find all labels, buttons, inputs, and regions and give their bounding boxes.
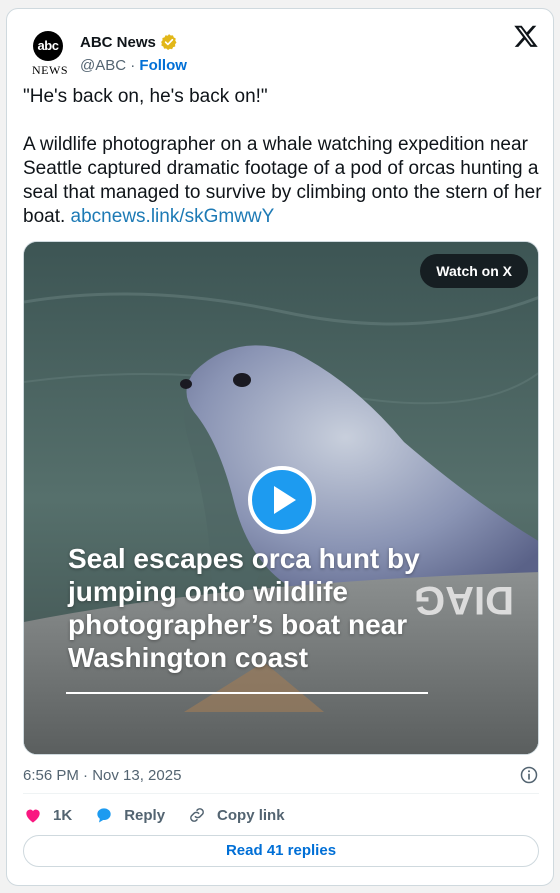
meta-row: 6:56 PM · Nov 13, 2025 — [23, 765, 539, 785]
divider — [23, 793, 539, 794]
copy-link-button[interactable]: Copy link — [187, 803, 285, 827]
follow-button[interactable]: Follow — [139, 57, 187, 74]
embedded-post-card: abc NEWS ABC News @ABC · Follow "He's ba… — [6, 8, 554, 886]
author-name-row: ABC News — [80, 33, 178, 51]
link-icon — [190, 808, 204, 822]
avatar[interactable]: abc NEWS — [25, 25, 81, 77]
display-name[interactable]: ABC News — [80, 34, 156, 51]
handle-row: @ABC · Follow — [80, 57, 187, 74]
handle[interactable]: @ABC — [80, 57, 126, 74]
play-icon — [274, 486, 296, 514]
action-bar: 1K Reply Copy link — [23, 803, 307, 827]
separator: · — [130, 57, 136, 74]
video-media[interactable]: DIAG Watch on X Seal escapes orca hunt b… — [23, 241, 539, 755]
like-count: 1K — [53, 806, 73, 824]
read-replies-button[interactable]: Read 41 replies — [23, 835, 539, 867]
abc-news-logo-subtext: NEWS — [32, 63, 68, 77]
reply-button[interactable]: Reply — [94, 803, 165, 827]
post-link[interactable]: abcnews.link/skGmwwY — [71, 206, 275, 227]
play-button[interactable] — [248, 466, 316, 534]
post-text: "He's back on, he's back on!" A wildlife… — [23, 85, 543, 229]
abc-news-logo: abc — [33, 31, 63, 61]
watch-on-x-button[interactable]: Watch on X — [420, 254, 528, 288]
heart-icon — [26, 809, 40, 823]
post-timestamp[interactable]: 6:56 PM · Nov 13, 2025 — [23, 767, 181, 784]
reply-bubble-icon — [97, 808, 111, 823]
like-button[interactable]: 1K — [23, 803, 72, 827]
copy-link-label: Copy link — [217, 806, 285, 824]
video-caption: Seal escapes orca hunt by jumping onto w… — [68, 543, 420, 673]
caption-underline — [66, 692, 428, 694]
verified-badge-icon — [160, 34, 177, 50]
info-icon[interactable] — [519, 765, 539, 785]
reply-label: Reply — [124, 806, 166, 824]
x-logo-icon[interactable] — [513, 23, 539, 49]
